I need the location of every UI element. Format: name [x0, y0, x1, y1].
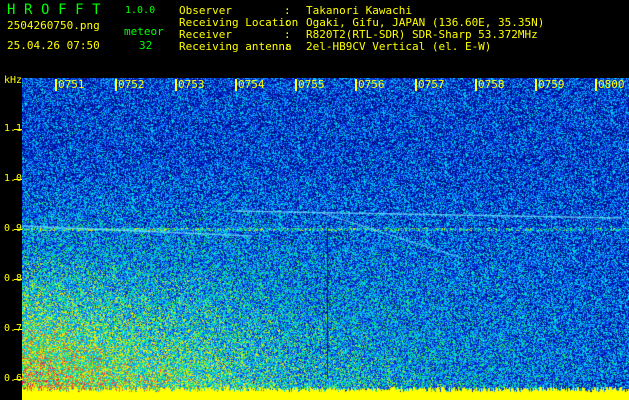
antenna-separator: :	[284, 40, 291, 53]
y-tick-mark	[14, 279, 22, 280]
x-tick-mark	[475, 79, 477, 91]
header-panel: HROFFT 1.0.0 2504260750.png 25.04.26 07:…	[0, 0, 629, 76]
x-tick-label: 0758	[478, 78, 505, 91]
y-tick-mark	[14, 229, 22, 230]
y-tick-mark	[14, 179, 22, 180]
y-tick-mark	[14, 129, 22, 130]
image-datetime: 25.04.26 07:50	[7, 39, 100, 52]
meteor-count-value: 32	[139, 39, 153, 52]
x-tick-mark	[355, 79, 357, 91]
x-tick-mark	[175, 79, 177, 91]
y-axis-unit: kHz	[3, 75, 22, 86]
app-version: 1.0.0	[125, 5, 156, 16]
x-tick-label: 0757	[418, 78, 445, 91]
x-tick-mark	[415, 79, 417, 91]
meteor-count-label: meteor	[124, 25, 164, 38]
antenna-label: Receiving antenna	[179, 40, 292, 53]
x-tick-mark	[595, 79, 597, 91]
y-tick-mark	[14, 329, 22, 330]
x-tick-mark	[295, 79, 297, 91]
x-tick-mark	[55, 79, 57, 91]
image-filename: 2504260750.png	[7, 19, 100, 32]
app-name: HROFFT	[7, 2, 110, 18]
x-tick-label: 0753	[178, 78, 205, 91]
x-tick-label: 0755	[298, 78, 325, 91]
x-tick-mark	[535, 79, 537, 91]
x-tick-label: 0800	[598, 78, 625, 91]
x-tick-label: 0752	[118, 78, 145, 91]
x-tick-mark	[235, 79, 237, 91]
spectrogram-canvas	[22, 78, 629, 400]
x-tick-label: 0756	[358, 78, 385, 91]
x-tick-mark	[115, 79, 117, 91]
y-tick-mark	[14, 379, 22, 380]
antenna-value: 2el-HB9CV Vertical (el. E-W)	[306, 40, 492, 53]
x-tick-label: 0759	[538, 78, 565, 91]
x-tick-label: 0751	[58, 78, 85, 91]
x-tick-label: 0754	[238, 78, 265, 91]
